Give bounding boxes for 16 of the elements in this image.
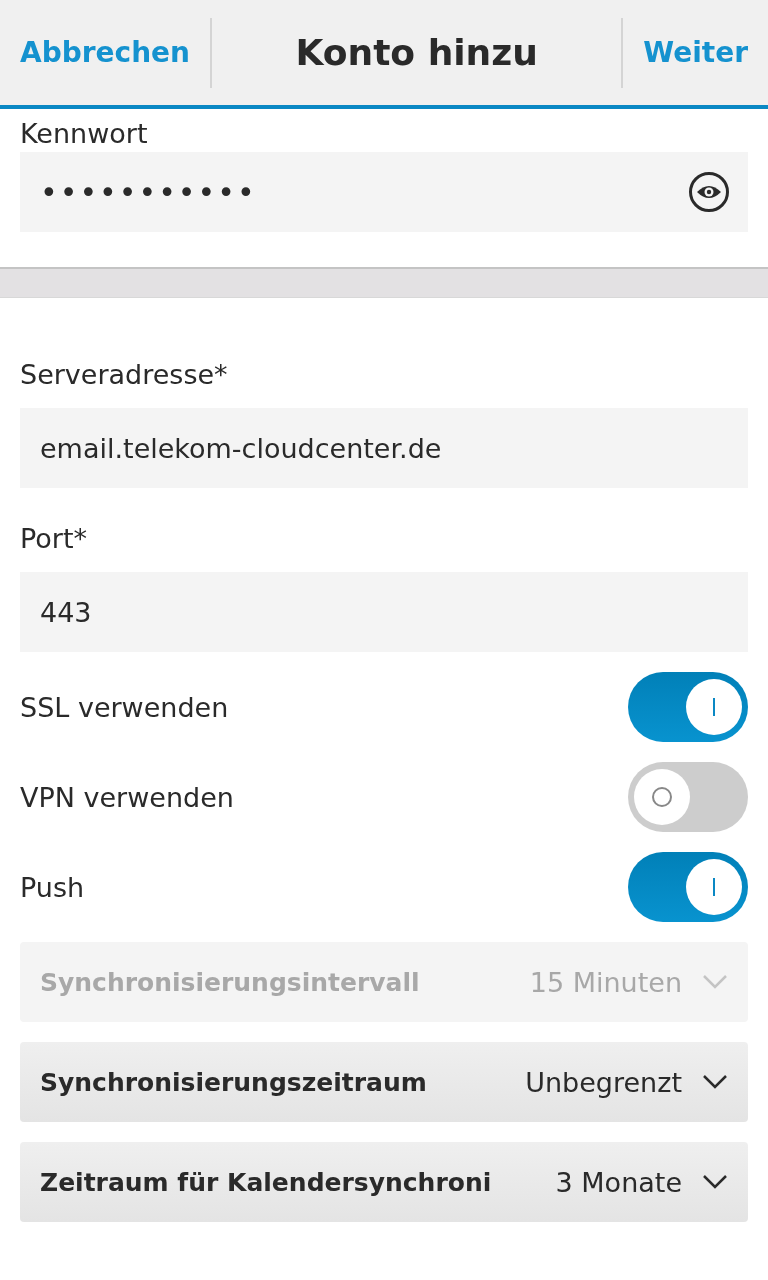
- password-field[interactable]: •••••••••••: [20, 152, 748, 232]
- chevron-down-icon: [702, 1074, 728, 1090]
- chevron-down-icon: [702, 974, 728, 990]
- field-label: Kennwort: [20, 117, 148, 149]
- dropdown[interactable]: Synchronisierungszeitraum Unbegrenzt: [20, 1042, 748, 1122]
- input-field[interactable]: 443: [20, 572, 748, 652]
- field-label: Serveradresse*: [20, 358, 229, 392]
- chevron-down-icon: [702, 1174, 728, 1190]
- eye-icon[interactable]: [688, 171, 730, 213]
- switch-label: VPN verwenden: [20, 781, 234, 813]
- switch-label: Push: [20, 871, 85, 903]
- screen-title: Konto hinzu: [294, 32, 539, 73]
- field-label: Port*: [20, 522, 89, 556]
- dropdown[interactable]: Zeitraum für Kalendersynchroni 3 Monate: [20, 1142, 748, 1222]
- switch-label: SSL verwenden: [20, 691, 229, 723]
- input-field[interactable]: email.telekom-cloudcenter.de: [20, 408, 748, 488]
